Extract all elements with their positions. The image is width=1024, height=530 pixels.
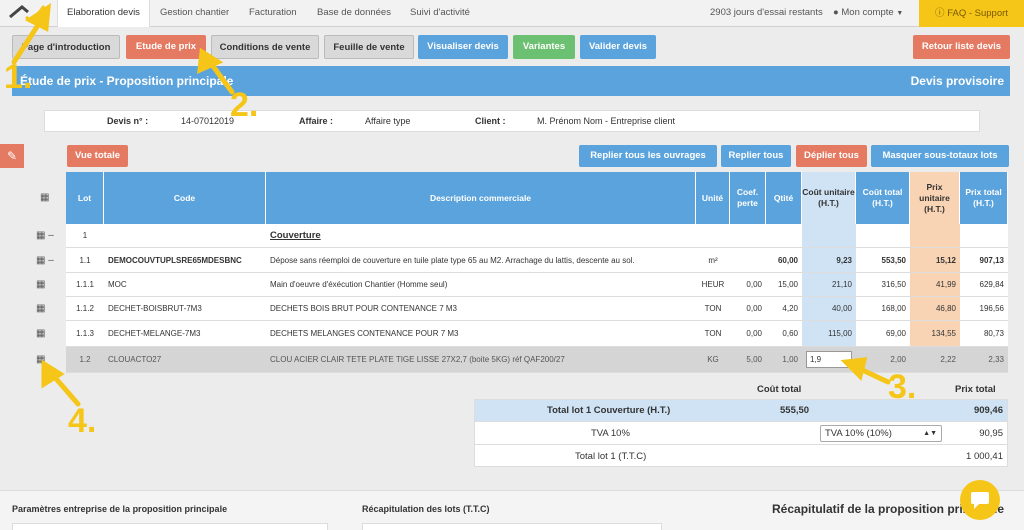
annotation-arrows: [11, 2, 891, 407]
arrowhead-3-icon: [840, 357, 868, 381]
arrowhead-1-icon: [25, 2, 52, 32]
arrow-1-icon: [11, 19, 43, 65]
